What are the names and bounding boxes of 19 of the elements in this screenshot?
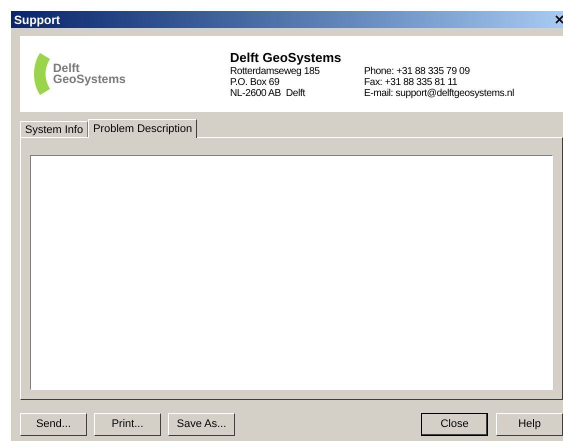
close-icon[interactable] bbox=[555, 15, 563, 24]
dialog-button[interactable]: Help bbox=[496, 413, 563, 436]
dialog-button[interactable]: Close bbox=[421, 413, 488, 436]
tab[interactable]: Problem Description bbox=[88, 119, 198, 138]
logo-icon bbox=[34, 53, 50, 95]
company-name: Delft GeoSystems bbox=[230, 50, 342, 66]
contact-line: E-mail: support@delftgeosystems.nl bbox=[364, 88, 514, 98]
logo-text: GeoSystems bbox=[53, 74, 126, 85]
address-line: NL-2600 AB Delft bbox=[230, 88, 306, 98]
tab[interactable]: System Info bbox=[20, 121, 88, 137]
logo-text: Delft bbox=[53, 63, 80, 74]
dialog-button[interactable]: Send... bbox=[20, 413, 87, 436]
dialog-button[interactable]: Save As... bbox=[168, 413, 235, 436]
address-line: P.O. Box 69 bbox=[230, 76, 280, 88]
address-line: Rotterdamseweg 185 bbox=[230, 66, 321, 76]
dialog-button[interactable]: Print... bbox=[94, 413, 161, 436]
window-title: Support bbox=[13, 12, 60, 28]
contact-line: Phone: +31 88 335 79 09 bbox=[364, 66, 471, 76]
contact-line: Fax: +31 88 335 81 11 bbox=[364, 76, 458, 88]
